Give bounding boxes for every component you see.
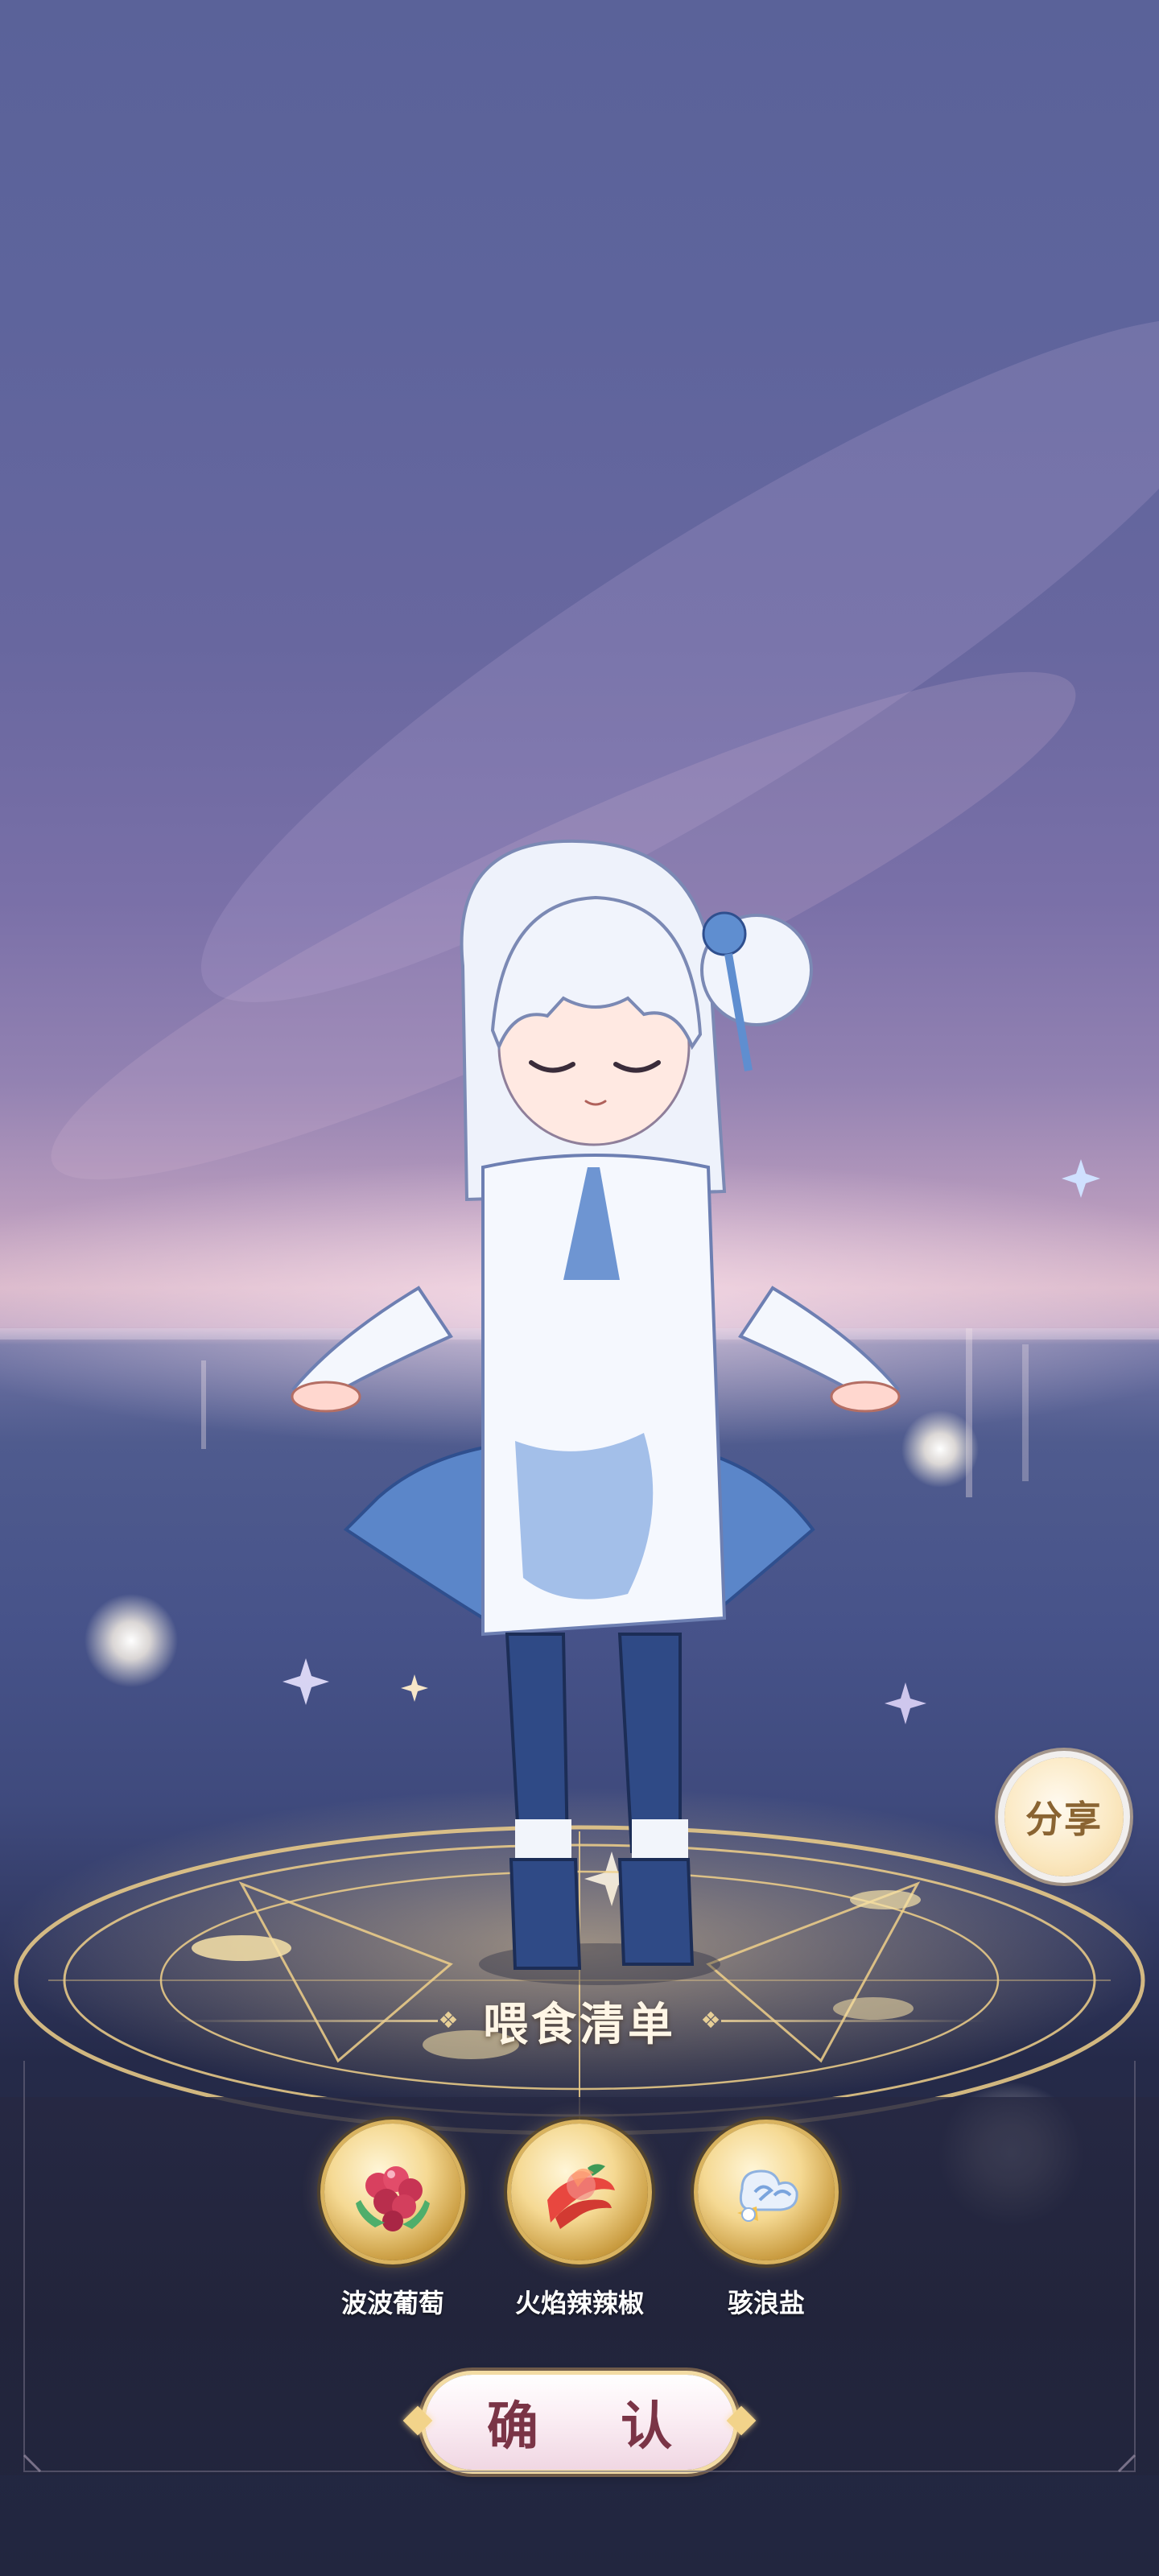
- share-button[interactable]: 分享: [1004, 1757, 1124, 1876]
- wave-salt-icon: [698, 2124, 835, 2260]
- grape-icon: [324, 2124, 461, 2260]
- food-item-name: 波波葡萄: [340, 2288, 444, 2318]
- food-item-grape[interactable]: 波波葡萄: [322, 2124, 464, 2320]
- game-screen: 分享 ❖ 喂食清单 ❖ 波波葡萄 火焰辣辣椒 骇浪盐 确 认: [0, 0, 1159, 2576]
- feed-list-title: 喂食清单: [483, 1997, 676, 2051]
- share-label: 分享: [1025, 1798, 1103, 1841]
- title-divider-left: [172, 2019, 438, 2022]
- feed-list-header: ❖ 喂食清单 ❖: [23, 1980, 1136, 2061]
- leaf-ornament-icon: ❖: [438, 2007, 459, 2033]
- food-item-salt[interactable]: 骇浪盐: [695, 2124, 837, 2320]
- food-item-list: 波波葡萄 火焰辣辣椒 骇浪盐: [23, 2124, 1136, 2320]
- food-item-name: 火焰辣辣椒: [514, 2288, 644, 2318]
- chili-pepper-icon: [511, 2124, 648, 2260]
- title-divider-right: [721, 2019, 987, 2022]
- confirm-button[interactable]: 确 认: [402, 2375, 757, 2470]
- food-item-chili[interactable]: 火焰辣辣椒: [509, 2124, 650, 2320]
- leaf-ornament-icon: ❖: [700, 2007, 721, 2033]
- confirm-label: 确 认: [486, 2396, 705, 2457]
- food-item-name: 骇浪盐: [727, 2288, 805, 2318]
